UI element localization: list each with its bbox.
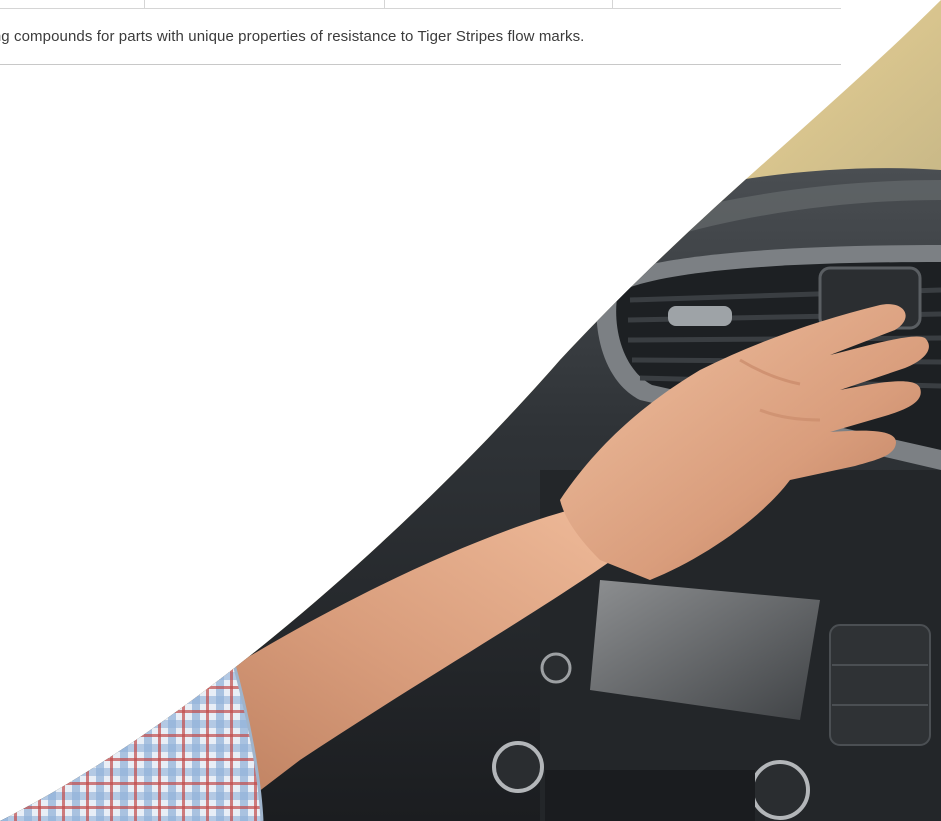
- page: ling compounds for parts with unique pro…: [0, 0, 941, 821]
- hero-photo: [0, 0, 941, 821]
